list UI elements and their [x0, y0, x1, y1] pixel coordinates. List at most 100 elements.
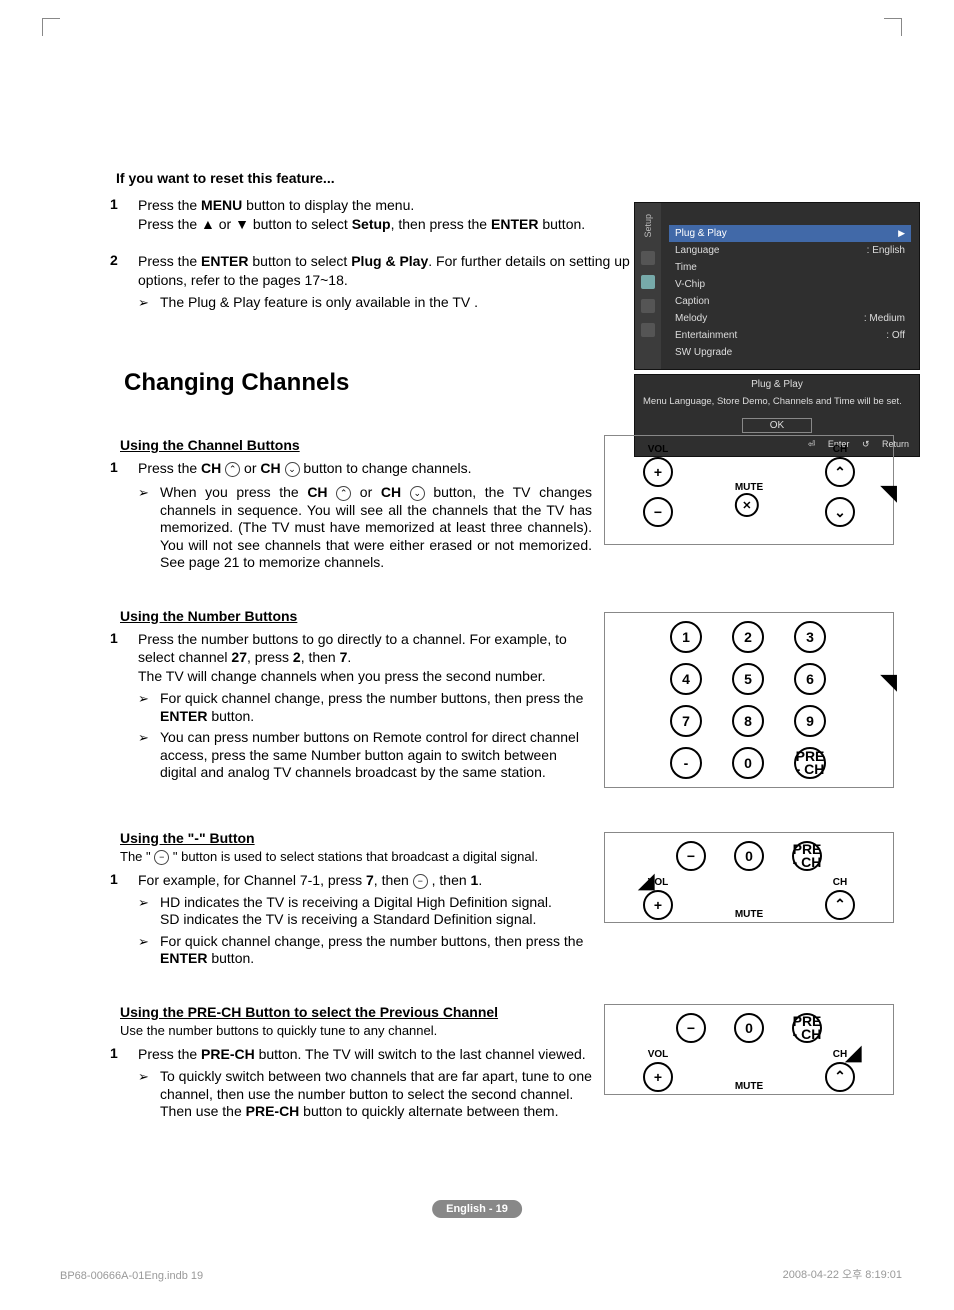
- right-column: 1 2 3 4 5 6 7 8 9 - 0 PRE - CH ◥: [602, 592, 894, 814]
- arrow-icon: ➢: [138, 933, 160, 968]
- note-text: The Plug & Play feature is only availabl…: [160, 294, 650, 312]
- remote-prech-panel: − 0 PRE - CH VOL+ MUTE CH⌃ ◥: [604, 1004, 894, 1095]
- subheading: Using the PRE-CH Button to select the Pr…: [120, 1004, 592, 1020]
- step-1: 1 Press the CH ⌃ or CH ⌄ button to chang…: [110, 459, 592, 573]
- ch-label: CH: [833, 877, 847, 888]
- pre-ch-button: PRE - CH: [792, 841, 822, 871]
- vol-up-button: +: [643, 457, 673, 487]
- t: button to quickly alternate between them…: [299, 1103, 558, 1119]
- mute-label: MUTE: [735, 909, 763, 920]
- t: CH: [260, 460, 280, 476]
- num-1-button: 1: [670, 621, 702, 653]
- callout-arrow-icon: ◥: [634, 873, 660, 890]
- reset-feature-heading: If you want to reset this feature...: [116, 170, 894, 186]
- mute-label: MUTE: [735, 1081, 763, 1092]
- num-9-button: 9: [794, 705, 826, 737]
- note: ➢HD indicates the TV is receiving a Digi…: [138, 894, 592, 929]
- mute-block: MUTE ✕: [735, 482, 763, 517]
- arrow-icon: ➢: [138, 729, 160, 782]
- note-text: HD indicates the TV is receiving a Digit…: [160, 894, 592, 929]
- note: ➢For quick channel change, press the num…: [138, 690, 592, 725]
- t: PRE-CH: [201, 1046, 255, 1062]
- t: Press the: [138, 460, 201, 476]
- dash-button: −: [676, 841, 706, 871]
- osd-setup-menu: Setup Plug & Play ▶ Language: English Ti…: [634, 202, 920, 370]
- t: PRE-CH: [246, 1103, 300, 1119]
- arrow-icon: ➢: [138, 484, 160, 572]
- osd-row-label: Melody: [675, 313, 707, 324]
- callout-arrow-icon: ◥: [842, 1045, 868, 1062]
- t: CH: [381, 484, 401, 500]
- t: 7: [366, 872, 374, 888]
- t: button.: [207, 950, 254, 966]
- left-column: Using the Number Buttons 1 Press the num…: [60, 592, 592, 814]
- crop-mark: [884, 18, 902, 36]
- num-0-button: 0: [734, 841, 764, 871]
- mute-button: ✕: [735, 493, 759, 517]
- left-column: Using the Channel Buttons 1 Press the CH…: [60, 421, 592, 591]
- t: CH: [201, 460, 221, 476]
- osd-row-value: : Off: [886, 330, 905, 341]
- callout-arrow-icon: ◥: [880, 669, 897, 695]
- t: ENTER: [491, 216, 538, 232]
- mute-block: MUTE: [735, 909, 763, 920]
- t: button to change channels.: [303, 460, 471, 476]
- t: .: [478, 872, 482, 888]
- ch-down-icon: ⌄: [285, 462, 300, 477]
- dash-button: −: [676, 1013, 706, 1043]
- pre-ch-button: PRE - CH: [792, 1013, 822, 1043]
- dash-row: − 0 PRE - CH: [617, 841, 881, 871]
- t: Press the: [138, 1046, 201, 1062]
- osd-row-label: Language: [675, 245, 720, 256]
- t: The TV will change channels when you pre…: [138, 668, 546, 684]
- osd-row-label: Plug & Play: [675, 228, 727, 239]
- t: ENTER: [201, 253, 248, 269]
- step-number: 1: [110, 459, 138, 573]
- step-number: 2: [110, 252, 138, 313]
- osd-tab-strip: Setup: [635, 203, 661, 369]
- page-body: If you want to reset this feature... 1 P…: [60, 0, 894, 1141]
- t: For quick channel change, press the numb…: [160, 690, 583, 706]
- ch-up-icon: ⌃: [225, 462, 240, 477]
- ch-down-icon: ⌄: [410, 486, 425, 501]
- osd-row-value: : English: [867, 245, 905, 256]
- note: ➢ When you press the CH ⌃ or CH ⌄ button…: [138, 484, 592, 572]
- note-text: To quickly switch between two channels t…: [160, 1068, 592, 1121]
- vol-column: VOL + −: [643, 444, 673, 527]
- manual-page: Setup Plug & Play ▶ Language: English Ti…: [0, 0, 954, 1310]
- t: , press: [247, 649, 293, 665]
- t: , then: [428, 872, 471, 888]
- osd-dialog-title: Plug & Play: [635, 375, 919, 394]
- right-column: − 0 PRE - CH VOL+ MUTE CH⌃ ◥: [602, 988, 894, 1141]
- note: ➢You can press number buttons on Remote …: [138, 729, 592, 782]
- callout-arrow-icon: ◥: [880, 480, 897, 506]
- osd-tab-icon: [641, 251, 655, 265]
- t: button to display the menu.: [242, 197, 414, 213]
- osd-row: Time: [669, 259, 911, 276]
- step-text: Press the CH ⌃ or CH ⌄ button to change …: [138, 459, 592, 573]
- t: 2: [293, 649, 301, 665]
- osd-row-value: : Medium: [864, 313, 905, 324]
- osd-row-label: V-Chip: [675, 279, 705, 290]
- t: Setup: [352, 216, 391, 232]
- vol-down-button: −: [643, 497, 673, 527]
- step-text: Press the PRE-CH button. The TV will swi…: [138, 1045, 592, 1122]
- t: , then: [374, 872, 413, 888]
- t: ENTER: [160, 708, 207, 724]
- osd-row: Language : English: [669, 242, 911, 259]
- num-6-button: 6: [794, 663, 826, 695]
- t: Press the ▲ or ▼ button to select: [138, 216, 352, 232]
- t: CH: [307, 484, 327, 500]
- step-number: 1: [110, 1045, 138, 1122]
- t: For example, for Channel 7-1, press: [138, 872, 366, 888]
- step-number: 1: [110, 871, 138, 970]
- mute-label: MUTE: [735, 482, 763, 493]
- ch-up-button: ⌃: [825, 457, 855, 487]
- remote-keypad-panel: 1 2 3 4 5 6 7 8 9 - 0 PRE - CH ◥: [604, 612, 894, 788]
- subheading: Using the Channel Buttons: [120, 437, 592, 453]
- osd-row: Caption: [669, 293, 911, 310]
- t: button.: [538, 216, 585, 232]
- osd-tab-icon: [641, 299, 655, 313]
- note-text: When you press the CH ⌃ or CH ⌄ button, …: [160, 484, 592, 572]
- ch-column: CH ⌃ ⌄: [825, 444, 855, 527]
